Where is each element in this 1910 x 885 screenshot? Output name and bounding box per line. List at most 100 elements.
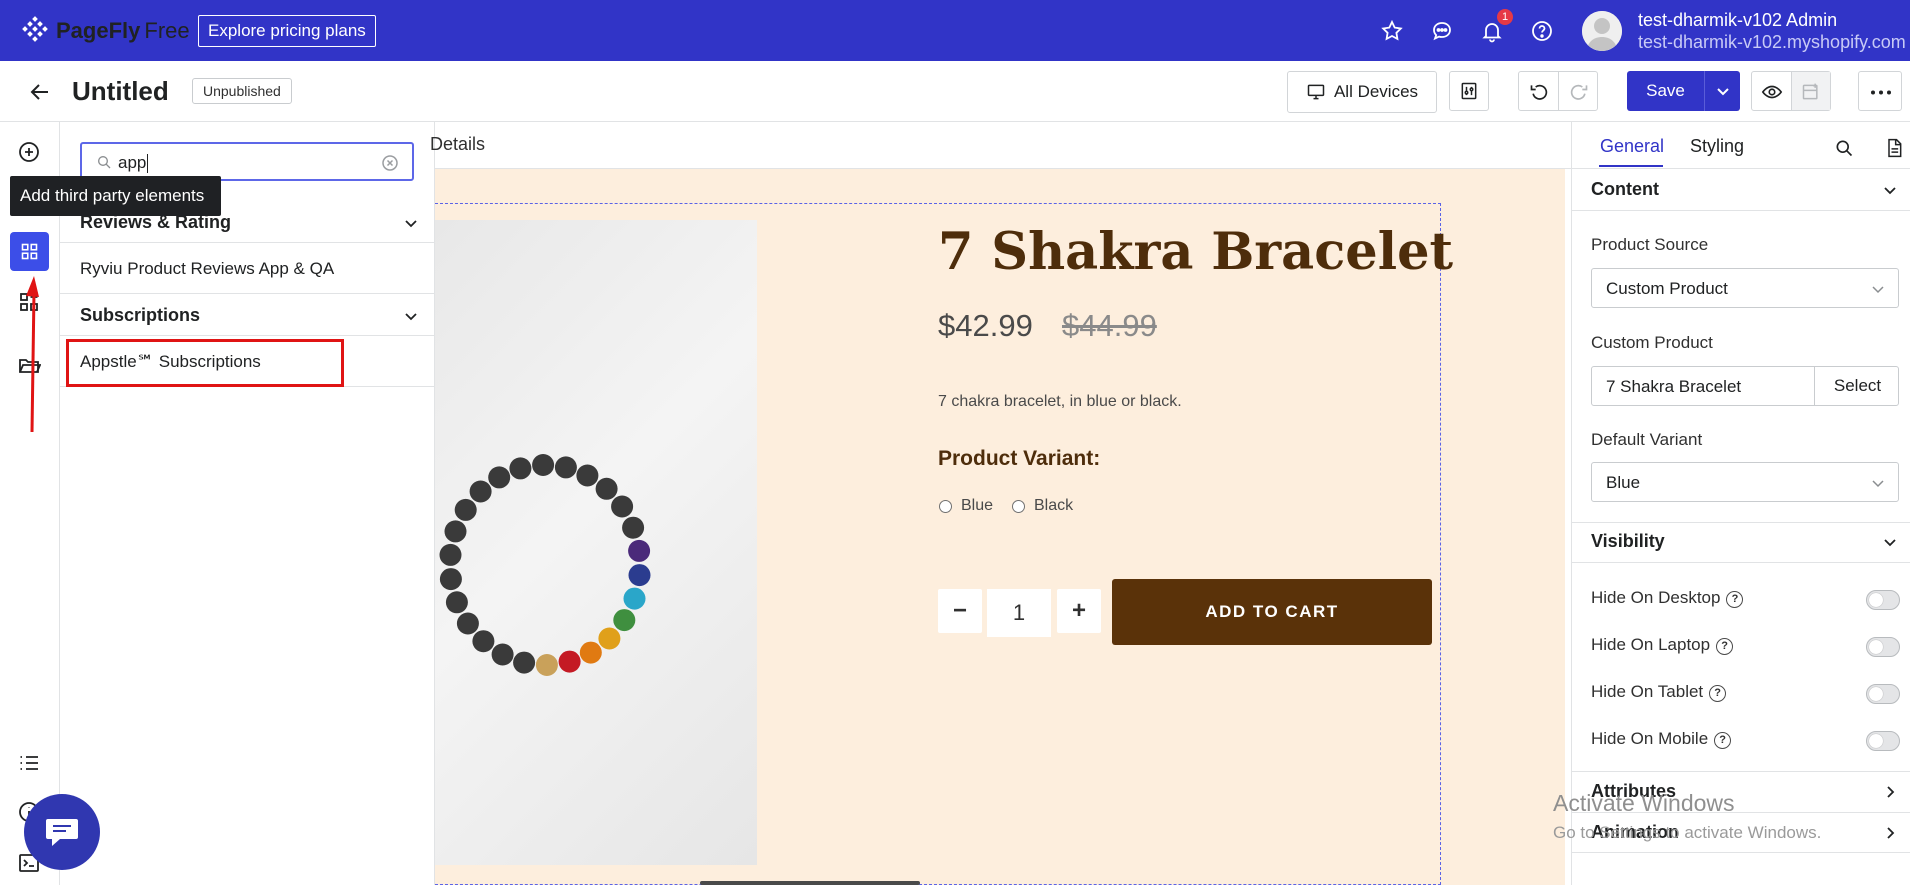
product-image[interactable] bbox=[435, 220, 757, 865]
chat-widget-button[interactable] bbox=[24, 794, 100, 870]
section-subscriptions[interactable]: Subscriptions bbox=[60, 294, 435, 336]
help-icon[interactable]: ? bbox=[1709, 685, 1727, 702]
device-selector-button[interactable]: All Devices bbox=[1287, 71, 1437, 113]
chevron-down-icon[interactable] bbox=[1882, 534, 1898, 550]
element-ryviu-reviews[interactable]: Ryviu Product Reviews App & QA bbox=[60, 244, 435, 294]
pagefly-logo-icon bbox=[22, 16, 48, 42]
eye-icon[interactable] bbox=[1761, 81, 1783, 103]
status-badge: Unpublished bbox=[192, 78, 292, 104]
chevron-right-icon[interactable] bbox=[1882, 825, 1898, 841]
bead bbox=[628, 564, 651, 587]
canvas-scrollbar[interactable] bbox=[700, 881, 920, 885]
third-party-elements-button[interactable] bbox=[10, 232, 49, 271]
quantity-plus-button[interactable]: + bbox=[1057, 589, 1101, 633]
user-name[interactable]: test-dharmik-v102 Admin bbox=[1638, 10, 1837, 31]
bead bbox=[576, 464, 599, 487]
bead bbox=[472, 630, 495, 653]
chevron-down-icon bbox=[405, 313, 417, 321]
bead bbox=[611, 495, 634, 518]
bead bbox=[454, 498, 477, 521]
avatar[interactable] bbox=[1582, 11, 1622, 51]
save-button[interactable]: Save bbox=[1627, 71, 1740, 111]
element-label: Ryviu Product Reviews App & QA bbox=[80, 259, 335, 278]
back-arrow-icon[interactable] bbox=[28, 80, 52, 104]
desktop-icon bbox=[1307, 84, 1325, 100]
layers-list-icon[interactable] bbox=[17, 751, 41, 775]
variant-label: Product Variant: bbox=[938, 447, 1101, 470]
default-variant-select[interactable]: Blue bbox=[1591, 462, 1899, 502]
windows-activation-title: Activate Windows bbox=[1553, 790, 1735, 816]
page-title[interactable]: Untitled bbox=[72, 76, 169, 107]
explore-pricing-link[interactable]: Explore pricing plans bbox=[198, 15, 376, 47]
content-heading[interactable]: Content bbox=[1591, 179, 1659, 200]
plan-name: Free bbox=[144, 18, 190, 43]
chat-bubble-icon[interactable] bbox=[1430, 19, 1454, 43]
more-options-button[interactable] bbox=[1858, 71, 1902, 111]
hide-on-desktop-toggle[interactable] bbox=[1866, 590, 1900, 610]
clear-search-icon[interactable] bbox=[382, 155, 398, 171]
help-icon[interactable]: ? bbox=[1716, 638, 1734, 655]
variant-radio-black[interactable] bbox=[1012, 500, 1025, 513]
tab-styling[interactable]: Styling bbox=[1690, 136, 1744, 157]
grid-icon bbox=[21, 243, 38, 260]
product-source-value: Custom Product bbox=[1606, 279, 1728, 298]
breadcrumb[interactable]: Details bbox=[430, 134, 485, 155]
bead bbox=[554, 456, 577, 479]
variant-option-label[interactable]: Black bbox=[1034, 497, 1073, 515]
default-variant-label: Default Variant bbox=[1591, 430, 1703, 449]
product-source-select[interactable]: Custom Product bbox=[1591, 268, 1899, 308]
hide-on-laptop-toggle[interactable] bbox=[1866, 637, 1900, 657]
redo-icon[interactable] bbox=[1569, 82, 1589, 102]
brand-name: PageFly bbox=[56, 18, 141, 43]
tab-general[interactable]: General bbox=[1600, 136, 1664, 157]
search-icon[interactable] bbox=[1834, 138, 1854, 158]
help-icon[interactable] bbox=[1530, 19, 1554, 43]
pagefly-logo[interactable]: PageFly Free bbox=[20, 16, 190, 46]
add-element-icon[interactable] bbox=[17, 140, 41, 164]
hide-on-mobile-toggle[interactable] bbox=[1866, 731, 1900, 751]
annotation-arrow-icon bbox=[26, 276, 39, 433]
select-product-button[interactable]: Select bbox=[1814, 367, 1900, 405]
add-to-cart-button[interactable]: ADD TO CART bbox=[1112, 579, 1432, 645]
bead bbox=[444, 520, 467, 543]
chevron-down-icon bbox=[1872, 480, 1884, 488]
hide-on-tablet-toggle[interactable] bbox=[1866, 684, 1900, 704]
notification-badge: 1 bbox=[1497, 9, 1513, 25]
product-price: $42.99 bbox=[938, 308, 1033, 343]
chevron-right-icon[interactable] bbox=[1882, 784, 1898, 800]
bead bbox=[445, 591, 468, 614]
visibility-heading[interactable]: Visibility bbox=[1591, 531, 1665, 552]
hide-on-desktop-label: Hide On Desktop bbox=[1591, 588, 1721, 607]
quantity-input[interactable]: 1 bbox=[987, 589, 1051, 637]
product-source-label: Product Source bbox=[1591, 235, 1709, 254]
document-icon[interactable] bbox=[1884, 137, 1904, 159]
bead bbox=[558, 650, 581, 673]
custom-product-value[interactable]: 7 Shakra Bracelet bbox=[1606, 377, 1741, 397]
bead bbox=[439, 568, 462, 591]
help-icon[interactable]: ? bbox=[1714, 732, 1732, 749]
bead bbox=[509, 457, 532, 480]
history-buttons bbox=[1518, 71, 1598, 111]
bracelet-image bbox=[439, 454, 651, 676]
hide-on-mobile-label: Hide On Mobile bbox=[1591, 729, 1709, 748]
save-button-label: Save bbox=[1646, 81, 1685, 100]
bead bbox=[469, 480, 492, 503]
hide-on-mobile-row: Hide On Mobile? bbox=[1591, 729, 1732, 749]
bead bbox=[532, 454, 555, 476]
help-icon[interactable]: ? bbox=[1726, 591, 1744, 608]
user-avatar-icon bbox=[1582, 11, 1622, 51]
chevron-down-icon bbox=[405, 220, 417, 228]
bead bbox=[535, 654, 558, 676]
product-title[interactable]: 7 Shakra Bracelet bbox=[938, 222, 1453, 282]
chevron-down-icon[interactable] bbox=[1715, 83, 1731, 99]
hide-on-desktop-row: Hide On Desktop? bbox=[1591, 588, 1744, 608]
chevron-down-icon[interactable] bbox=[1882, 182, 1898, 198]
bead bbox=[595, 477, 618, 500]
publish-icon[interactable] bbox=[1801, 82, 1821, 102]
variant-radio-blue[interactable] bbox=[939, 500, 952, 513]
variant-option-label[interactable]: Blue bbox=[961, 497, 993, 515]
page-settings-button[interactable] bbox=[1449, 71, 1489, 111]
quantity-minus-button[interactable]: − bbox=[938, 589, 982, 633]
undo-icon[interactable] bbox=[1529, 82, 1549, 102]
star-icon[interactable] bbox=[1380, 19, 1404, 43]
